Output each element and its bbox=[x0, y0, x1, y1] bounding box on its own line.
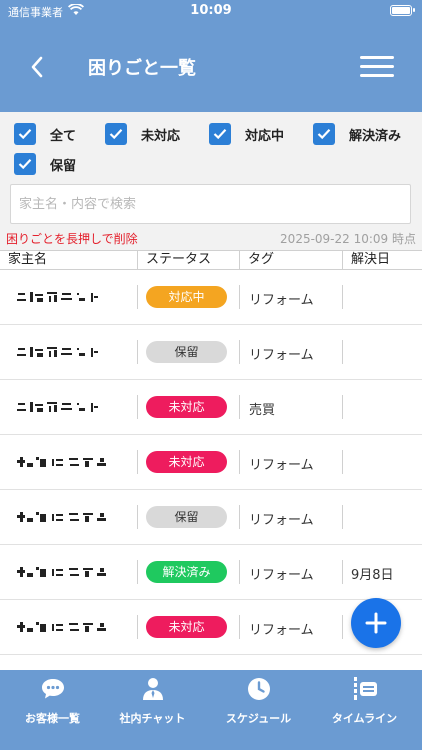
tab-schedule[interactable]: スケジュール bbox=[206, 670, 311, 750]
owner-name-redacted bbox=[17, 512, 106, 522]
tag-label: リフォーム bbox=[249, 293, 314, 308]
owner-name-redacted bbox=[17, 292, 98, 302]
filter-in-progress[interactable]: 対応中 bbox=[209, 122, 284, 146]
chat-bubble-icon bbox=[42, 679, 64, 699]
status-time: 10:09 bbox=[190, 3, 232, 18]
battery-icon bbox=[390, 5, 415, 16]
table-row[interactable]: 対応中 リフォーム bbox=[0, 270, 422, 325]
filter-label: 保留 bbox=[50, 158, 77, 174]
tag-label: リフォーム bbox=[249, 348, 314, 363]
back-button[interactable] bbox=[22, 52, 52, 82]
status-badge: 未対応 bbox=[146, 616, 227, 638]
column-header-resolved: 解決日 bbox=[342, 251, 390, 269]
tag-label: リフォーム bbox=[249, 623, 314, 638]
status-bar: 通信事業者 10:09 bbox=[0, 0, 422, 22]
issue-list: 対応中 リフォーム 保留 リフォーム 未対応 売買 未対応 リフォーム 保留 リ… bbox=[0, 270, 422, 655]
filter-all[interactable]: 全て bbox=[14, 122, 76, 146]
status-badge: 未対応 bbox=[146, 396, 227, 418]
checkbox-checked-icon[interactable] bbox=[105, 123, 127, 145]
filter-label: 解決済み bbox=[349, 128, 402, 144]
checkbox-checked-icon[interactable] bbox=[313, 123, 335, 145]
table-header: 家主名 ステータス タグ 解決日 bbox=[0, 250, 422, 270]
table-row[interactable]: 保留 リフォーム bbox=[0, 490, 422, 545]
tab-internal-chat[interactable]: 社内チャット bbox=[100, 670, 205, 750]
tag-label: リフォーム bbox=[249, 568, 314, 583]
bottom-tab-bar: お客様一覧 社内チャット スケジュール タイムライン bbox=[0, 670, 422, 750]
filter-resolved[interactable]: 解決済み bbox=[313, 122, 401, 146]
table-row[interactable]: 解決済み リフォーム 9月8日 bbox=[0, 545, 422, 600]
filter-label: 対応中 bbox=[245, 128, 285, 144]
search-input[interactable] bbox=[10, 184, 411, 224]
status-badge: 解決済み bbox=[146, 561, 227, 583]
owner-name-redacted bbox=[17, 622, 106, 632]
page-title: 困りごと一覧 bbox=[88, 58, 196, 79]
owner-name-redacted bbox=[17, 347, 98, 357]
column-header-owner: 家主名 bbox=[8, 252, 48, 267]
menu-button[interactable] bbox=[360, 54, 394, 80]
status-badge: 未対応 bbox=[146, 451, 227, 473]
filter-label: 全て bbox=[50, 128, 77, 144]
add-issue-button[interactable] bbox=[351, 598, 401, 648]
timeline-icon bbox=[354, 677, 377, 700]
tag-label: 売買 bbox=[249, 403, 276, 418]
table-row[interactable]: 未対応 リフォーム bbox=[0, 435, 422, 490]
tab-label: お客様一覧 bbox=[25, 712, 80, 725]
tag-label: リフォーム bbox=[249, 458, 314, 473]
owner-name-redacted bbox=[17, 457, 106, 467]
status-badge: 保留 bbox=[146, 341, 227, 363]
tab-label: 社内チャット bbox=[119, 712, 186, 725]
checkbox-checked-icon[interactable] bbox=[14, 123, 36, 145]
table-row[interactable]: 保留 リフォーム bbox=[0, 325, 422, 380]
owner-name-redacted bbox=[17, 402, 98, 412]
clock-icon bbox=[248, 678, 270, 700]
tab-label: スケジュール bbox=[225, 712, 292, 725]
tag-label: リフォーム bbox=[249, 513, 314, 528]
filter-area: 全て 未対応 対応中 解決済み 保留 困りごとを長押しで削除 2025-09-2… bbox=[0, 112, 422, 250]
resolved-date: 9月8日 bbox=[351, 568, 394, 583]
person-icon bbox=[143, 678, 163, 700]
filter-unhandled[interactable]: 未対応 bbox=[105, 122, 180, 146]
tab-timeline[interactable]: タイムライン bbox=[312, 670, 417, 750]
checkbox-checked-icon[interactable] bbox=[14, 153, 36, 175]
plus-icon bbox=[365, 612, 387, 634]
filter-on-hold[interactable]: 保留 bbox=[14, 152, 76, 176]
tab-customer-list[interactable]: お客様一覧 bbox=[0, 670, 105, 750]
delete-hint: 困りごとを長押しで削除 bbox=[6, 232, 138, 246]
owner-name-redacted bbox=[17, 567, 106, 577]
tab-label: タイムライン bbox=[331, 712, 398, 725]
column-header-tag: タグ bbox=[239, 251, 274, 269]
filter-label: 未対応 bbox=[141, 128, 181, 144]
checkbox-checked-icon[interactable] bbox=[209, 123, 231, 145]
updated-timestamp: 2025-09-22 10:09 時点 bbox=[280, 232, 416, 246]
status-badge: 対応中 bbox=[146, 286, 227, 308]
column-header-status: ステータス bbox=[137, 251, 211, 269]
hamburger-icon bbox=[360, 56, 394, 59]
chevron-left-icon bbox=[31, 56, 43, 78]
status-badge: 保留 bbox=[146, 506, 227, 528]
nav-bar: 困りごと一覧 bbox=[0, 22, 422, 112]
table-row[interactable]: 未対応 売買 bbox=[0, 380, 422, 435]
